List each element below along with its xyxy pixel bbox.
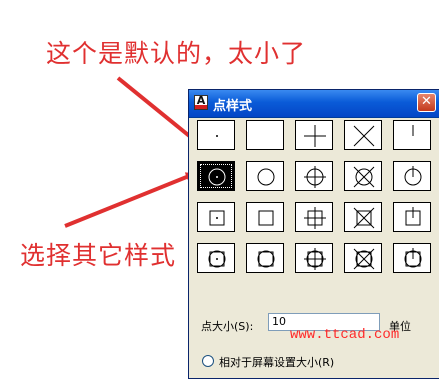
point-style-glyph [208,250,226,268]
point-style-glyph [216,135,218,137]
point-style-glyph [304,207,326,229]
point-style-glyph [304,125,326,147]
point-style-circle-tick[interactable] [393,161,431,191]
point-style-glyph [304,248,326,270]
watermark: www.ttcad.com [290,327,400,343]
point-style-glyph [353,248,375,270]
point-size-label: 点大小(S): [201,320,254,333]
point-style-circle-dot[interactable] [197,161,235,191]
point-style-glyph [412,125,414,136]
relative-size-label: 相对于屏幕设置大小(R) [219,356,335,369]
point-style-circle-square-cross[interactable] [344,243,382,273]
point-style-circle-square-tick[interactable] [393,243,431,273]
point-style-square-plus[interactable] [295,202,333,232]
close-button[interactable]: ✕ [417,93,436,112]
point-style-glyph [353,207,375,229]
point-style-circle[interactable] [246,161,284,191]
point-style-cross[interactable] [344,120,382,150]
autocad-app-icon: A [194,95,208,110]
point-style-circle-plus[interactable] [295,161,333,191]
point-style-square-dot[interactable] [197,202,235,232]
title-bar: A 点样式 ✕ [189,90,439,118]
point-style-square-tick[interactable] [393,202,431,232]
point-style-glyph [209,210,225,226]
point-style-glyph [257,168,275,186]
point-style-glyph [405,207,421,226]
point-style-none[interactable] [246,120,284,150]
point-style-circle-square-dot[interactable] [197,243,235,273]
point-style-glyph [247,121,285,151]
relative-size-radio[interactable] [202,355,214,367]
point-style-dot[interactable] [197,120,235,150]
point-style-glyph [404,166,422,186]
point-style-glyph [353,125,375,147]
point-style-square[interactable] [246,202,284,232]
point-style-circle-cross[interactable] [344,161,382,191]
arrow-to-other-styles [64,172,196,228]
point-style-plus[interactable] [295,120,333,150]
point-style-glyph [258,210,274,226]
point-style-glyph [353,166,375,188]
arrow-to-default-style [116,76,200,145]
point-style-circle-square[interactable] [246,243,284,273]
point-style-tick[interactable] [393,120,431,150]
point-style-glyph [208,168,226,186]
point-style-glyph [304,166,326,188]
point-style-circle-square-plus[interactable] [295,243,333,273]
point-style-square-cross[interactable] [344,202,382,232]
dialog-title: 点样式 [213,99,253,114]
point-style-glyph [257,250,275,268]
point-style-glyph [404,248,422,268]
